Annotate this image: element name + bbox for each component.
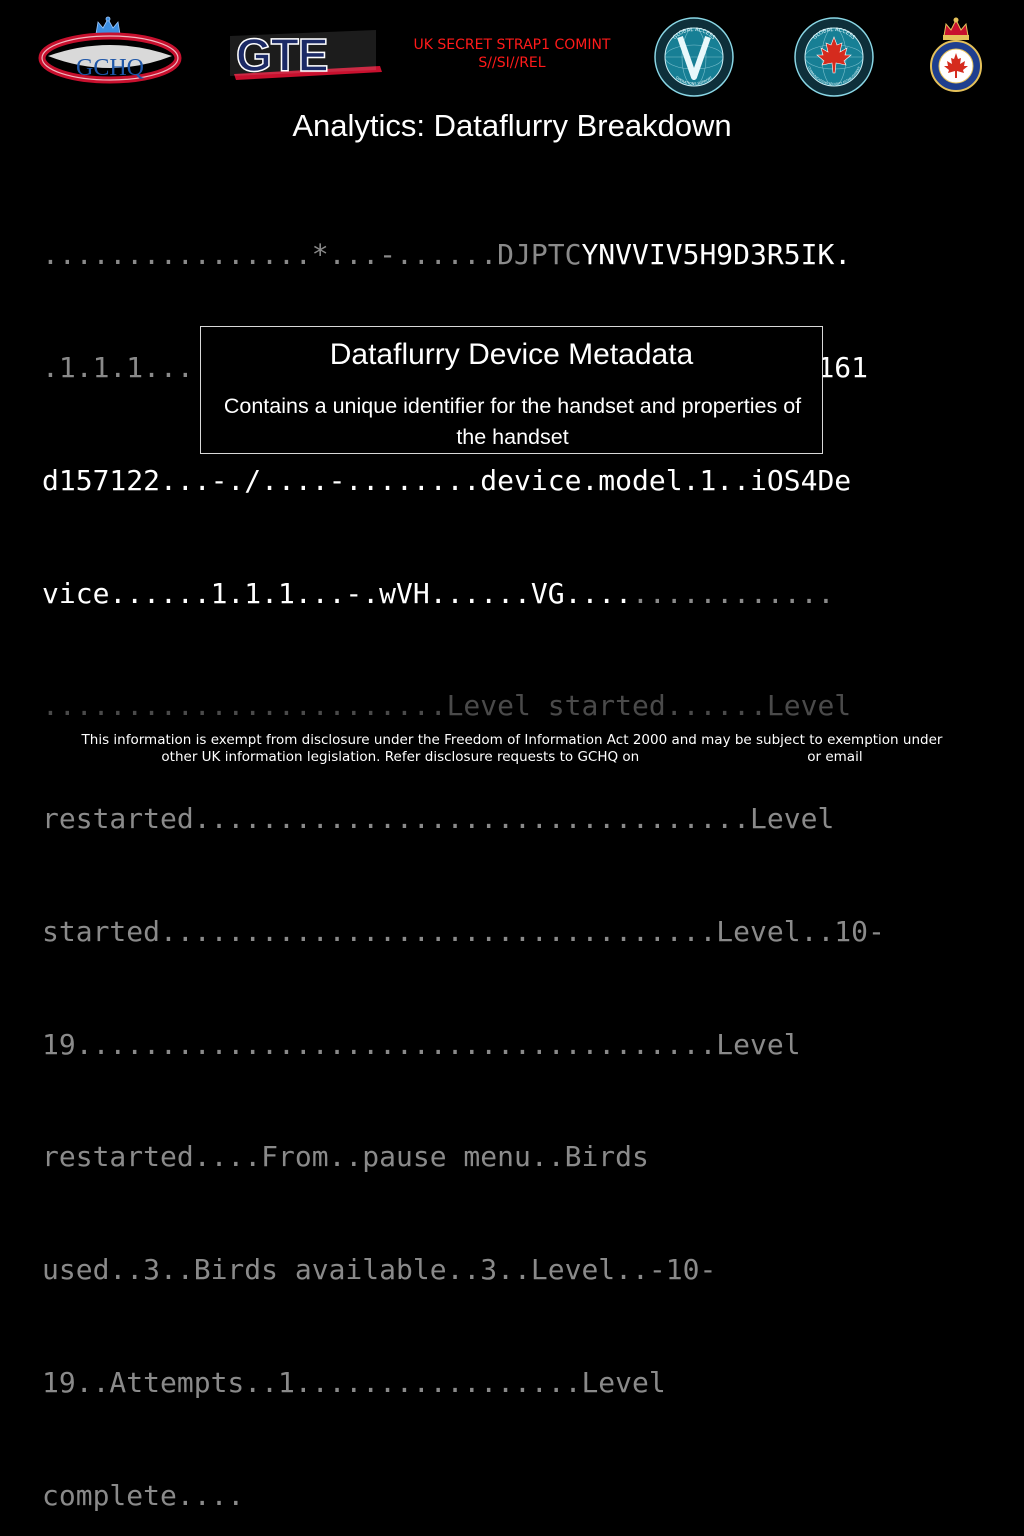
disclaimer-line-2a: other UK information legislation. Refer … — [161, 749, 640, 765]
metadata-callout-box: Dataflurry Device Metadata Contains a un… — [200, 326, 823, 454]
dump-segment-dim: used..3..Birds available..3..Level..-10- — [42, 1253, 717, 1287]
dump-line: started.................................… — [42, 913, 982, 951]
classification-line-1: UK SECRET STRAP1 COMINT — [413, 37, 611, 53]
slide-title: Analytics: Dataflurry Breakdown — [292, 108, 732, 143]
dump-segment-dim: restarted...............................… — [42, 802, 835, 836]
dump-line: ................*...-......DJPTCYNVVIV5H… — [42, 236, 982, 274]
global-access-cse-seal: GLOBAL ACCESS COMMUNICATIONS SECURITY ES… — [794, 17, 874, 97]
dump-segment-dim: ................*...-......DJPTC — [42, 238, 582, 272]
callout-title: Dataflurry Device Metadata — [329, 338, 694, 371]
classification-line-2: S//SI//REL — [478, 55, 546, 71]
disclaimer-line-1: This information is exempt from disclosu… — [81, 732, 943, 748]
disclaimer-line-2b: or email — [807, 749, 863, 765]
crown-maple-leaf-badge — [928, 16, 984, 94]
gte-logo-text: GTE — [236, 29, 328, 81]
dump-line: vice......1.1.1...-.wVH......VG.........… — [42, 575, 982, 613]
dump-line: restarted...............................… — [42, 800, 982, 838]
dump-line: d157122...-./....-........device.model.1… — [42, 462, 982, 500]
gchq-logo: GCHQ — [38, 16, 182, 86]
gchq-logo-text: GCHQ — [76, 55, 144, 81]
dump-line: 19..Attempts..1.................Level — [42, 1364, 982, 1402]
dump-line: restarted....From..pause menu..Birds — [42, 1138, 982, 1176]
callout-body: Contains a unique identifier for the han… — [223, 394, 802, 449]
dump-segment-dim: started.................................… — [42, 914, 885, 948]
dump-segment-dim: restarted....From..pause menu..Birds — [42, 1140, 649, 1174]
foia-disclaimer: This information is exempt from disclosu… — [0, 732, 1024, 766]
dump-line: ........................Level started...… — [42, 687, 982, 725]
dump-segment-dim: complete.... — [42, 1478, 245, 1512]
global-access-operations-seal: GLOBAL ACCESS OPERATIONS SUPPORT — [654, 17, 734, 97]
dump-line: complete.... — [42, 1477, 982, 1515]
gte-logo: GTE — [230, 28, 386, 82]
dump-segment-highlighted: vice......1.1.1...-.wVH......VG.... — [42, 576, 633, 610]
dump-segment-dim: ............ — [632, 576, 835, 610]
dump-segment-highlighted: d157122...-./....-........device.model.1… — [42, 463, 852, 497]
dump-segment-dim: 19......................................… — [42, 1027, 801, 1061]
disclaimer-line-2: other UK information legislation. Refer … — [0, 749, 1024, 766]
dump-segment-highlighted: YNVVIV5H9D3R5IK. — [581, 238, 852, 272]
classification-marking: UK SECRET STRAP1 COMINT S//SI//REL — [382, 36, 642, 72]
crown-icon — [943, 17, 969, 40]
dump-line: 19......................................… — [42, 1026, 982, 1064]
dump-segment-faint: ........................Level started...… — [42, 689, 852, 723]
dump-line: used..3..Birds available..3..Level..-10- — [42, 1251, 982, 1289]
dump-segment-dim: 19..Attempts..1.................Level — [42, 1366, 666, 1399]
